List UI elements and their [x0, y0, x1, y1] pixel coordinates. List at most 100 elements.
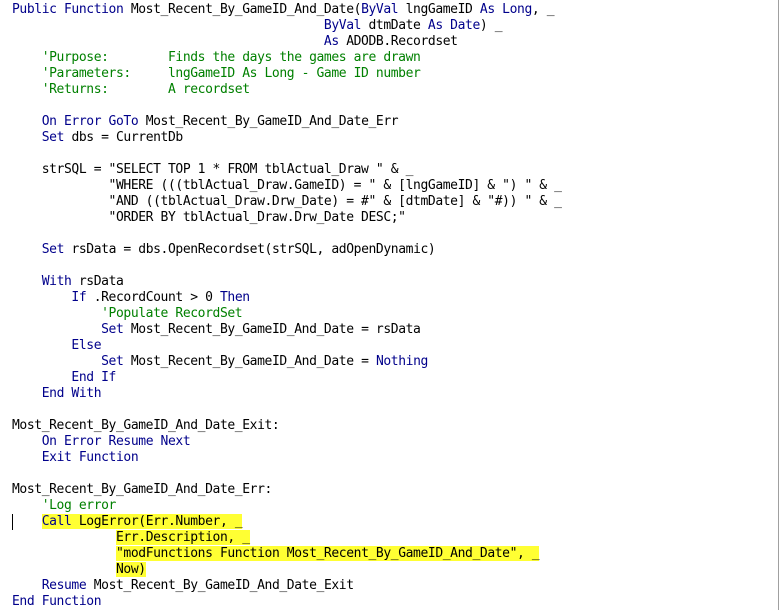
code-keyword: On Error GoTo	[41, 114, 146, 129]
code-keyword: ByVal	[361, 2, 406, 17]
code-line[interactable]: Most_Recent_By_GameID_And_Date_Err:	[12, 482, 562, 498]
code-text: "modFunctions Function Most_Recent_By_Ga…	[115, 546, 540, 561]
code-line[interactable]	[12, 98, 562, 114]
code-comment: 'Returns: A recordset	[12, 82, 250, 97]
code-line[interactable]: On Error Resume Next	[12, 434, 562, 450]
code-keyword: End If	[71, 370, 116, 385]
code-comment: 'Log error	[12, 498, 117, 513]
code-comment: 'Populate RecordSet	[12, 306, 243, 321]
code-line[interactable]	[12, 402, 562, 418]
code-keyword: With	[41, 274, 79, 289]
code-line[interactable]: 'Purpose: Finds the days the games are d…	[12, 50, 562, 66]
code-text: dbs = CurrentDb	[71, 130, 183, 145]
code-text: Most_Recent_By_GameID_And_Date =	[130, 354, 376, 369]
code-line[interactable]: Call LogError(Err.Number, _	[12, 514, 562, 530]
code-line[interactable]: 'Log error	[12, 498, 562, 514]
code-line[interactable]: strSQL = "SELECT TOP 1 * FROM tblActual_…	[12, 162, 562, 178]
code-text: , _	[531, 2, 555, 17]
code-line[interactable]: 'Returns: A recordset	[12, 82, 562, 98]
code-text: lngGameID	[405, 2, 480, 17]
code-text: Most_Recent_By_GameID_And_Date(	[130, 2, 362, 17]
code-keyword: On Error Resume Next	[41, 434, 191, 449]
code-line[interactable]: Set Most_Recent_By_GameID_And_Date = Not…	[12, 354, 562, 370]
code-line[interactable]: As ADODB.Recordset	[12, 34, 562, 50]
code-body[interactable]: Public Function Most_Recent_By_GameID_An…	[12, 2, 562, 610]
code-text: ADODB.Recordset	[346, 34, 458, 49]
code-line[interactable]: Public Function Most_Recent_By_GameID_An…	[12, 2, 562, 18]
code-line[interactable]: End If	[12, 370, 562, 386]
code-keyword: As Long	[479, 2, 532, 17]
code-comment: 'Purpose: Finds the days the games are d…	[12, 50, 421, 65]
code-line[interactable]: ByVal dtmDate As Date) _	[12, 18, 562, 34]
code-keyword: Resume	[41, 578, 94, 593]
code-text: Most_Recent_By_GameID_And_Date = rsData	[130, 322, 421, 337]
code-text: LogError(Err.Number, _	[78, 514, 243, 529]
code-text: Most_Recent_By_GameID_And_Date_Exit:	[12, 418, 280, 433]
code-line[interactable]: Err.Description, _	[12, 530, 562, 546]
code-line[interactable]: End With	[12, 386, 562, 402]
code-line[interactable]: On Error GoTo Most_Recent_By_GameID_And_…	[12, 114, 562, 130]
code-line[interactable]: Resume Most_Recent_By_GameID_And_Date_Ex…	[12, 578, 562, 594]
code-keyword: Then	[219, 290, 250, 305]
code-line[interactable]: Most_Recent_By_GameID_And_Date_Exit:	[12, 418, 562, 434]
code-text: Most_Recent_By_GameID_And_Date_Err	[145, 114, 399, 129]
code-text: "WHERE (((tblActual_Draw.GameID) = " & […	[12, 178, 562, 193]
code-line[interactable]: "ORDER BY tblActual_Draw.Drw_Date DESC;"	[12, 210, 562, 226]
code-keyword: Call	[41, 514, 79, 529]
code-line[interactable]: "WHERE (((tblActual_Draw.GameID) = " & […	[12, 178, 562, 194]
code-keyword: ByVal	[323, 18, 369, 33]
code-text: "ORDER BY tblActual_Draw.Drw_Date DESC;"	[12, 210, 406, 225]
code-line[interactable]: 'Populate RecordSet	[12, 306, 562, 322]
code-line[interactable]: Exit Function	[12, 450, 562, 466]
code-line[interactable]	[12, 226, 562, 242]
code-text: "AND ((tblActual_Draw.Drw_Date) = #" & […	[12, 194, 562, 209]
code-line[interactable]: With rsData	[12, 274, 562, 290]
code-comment: 'Parameters: lngGameID As Long - Game ID…	[12, 66, 421, 81]
code-line[interactable]: Now)	[12, 562, 562, 578]
code-text: Most_Recent_By_GameID_And_Date_Exit	[93, 578, 354, 593]
code-line[interactable]: 'Parameters: lngGameID As Long - Game ID…	[12, 66, 562, 82]
text-cursor	[12, 514, 13, 530]
code-keyword: Else	[71, 338, 102, 353]
code-line[interactable]	[12, 466, 562, 482]
code-editor[interactable]: Public Function Most_Recent_By_GameID_An…	[0, 0, 779, 610]
code-text: Now)	[115, 562, 146, 577]
code-text: ) _	[479, 18, 503, 33]
code-keyword: End With	[41, 386, 102, 401]
code-line[interactable]	[12, 258, 562, 274]
code-line[interactable]: Set rsData = dbs.OpenRecordset(strSQL, a…	[12, 242, 562, 258]
code-line[interactable]: If .RecordCount > 0 Then	[12, 290, 562, 306]
code-text: rsData = dbs.OpenRecordset(strSQL, adOpe…	[71, 242, 436, 257]
code-line[interactable]: End Function	[12, 594, 562, 610]
code-keyword: As Date	[427, 18, 480, 33]
code-line[interactable]: "modFunctions Function Most_Recent_By_Ga…	[12, 546, 562, 562]
code-line[interactable]: Set dbs = CurrentDb	[12, 130, 562, 146]
code-keyword: Nothing	[375, 354, 428, 369]
code-text: rsData	[78, 274, 124, 289]
code-line[interactable]: Else	[12, 338, 562, 354]
code-keyword: Set	[101, 354, 131, 369]
code-keyword: Set	[41, 242, 72, 257]
code-keyword: End Function	[12, 594, 102, 609]
code-keyword: Set	[41, 130, 72, 145]
code-line[interactable]	[12, 146, 562, 162]
code-line[interactable]: "AND ((tblActual_Draw.Drw_Date) = #" & […	[12, 194, 562, 210]
code-line[interactable]: Set Most_Recent_By_GameID_And_Date = rsD…	[12, 322, 562, 338]
